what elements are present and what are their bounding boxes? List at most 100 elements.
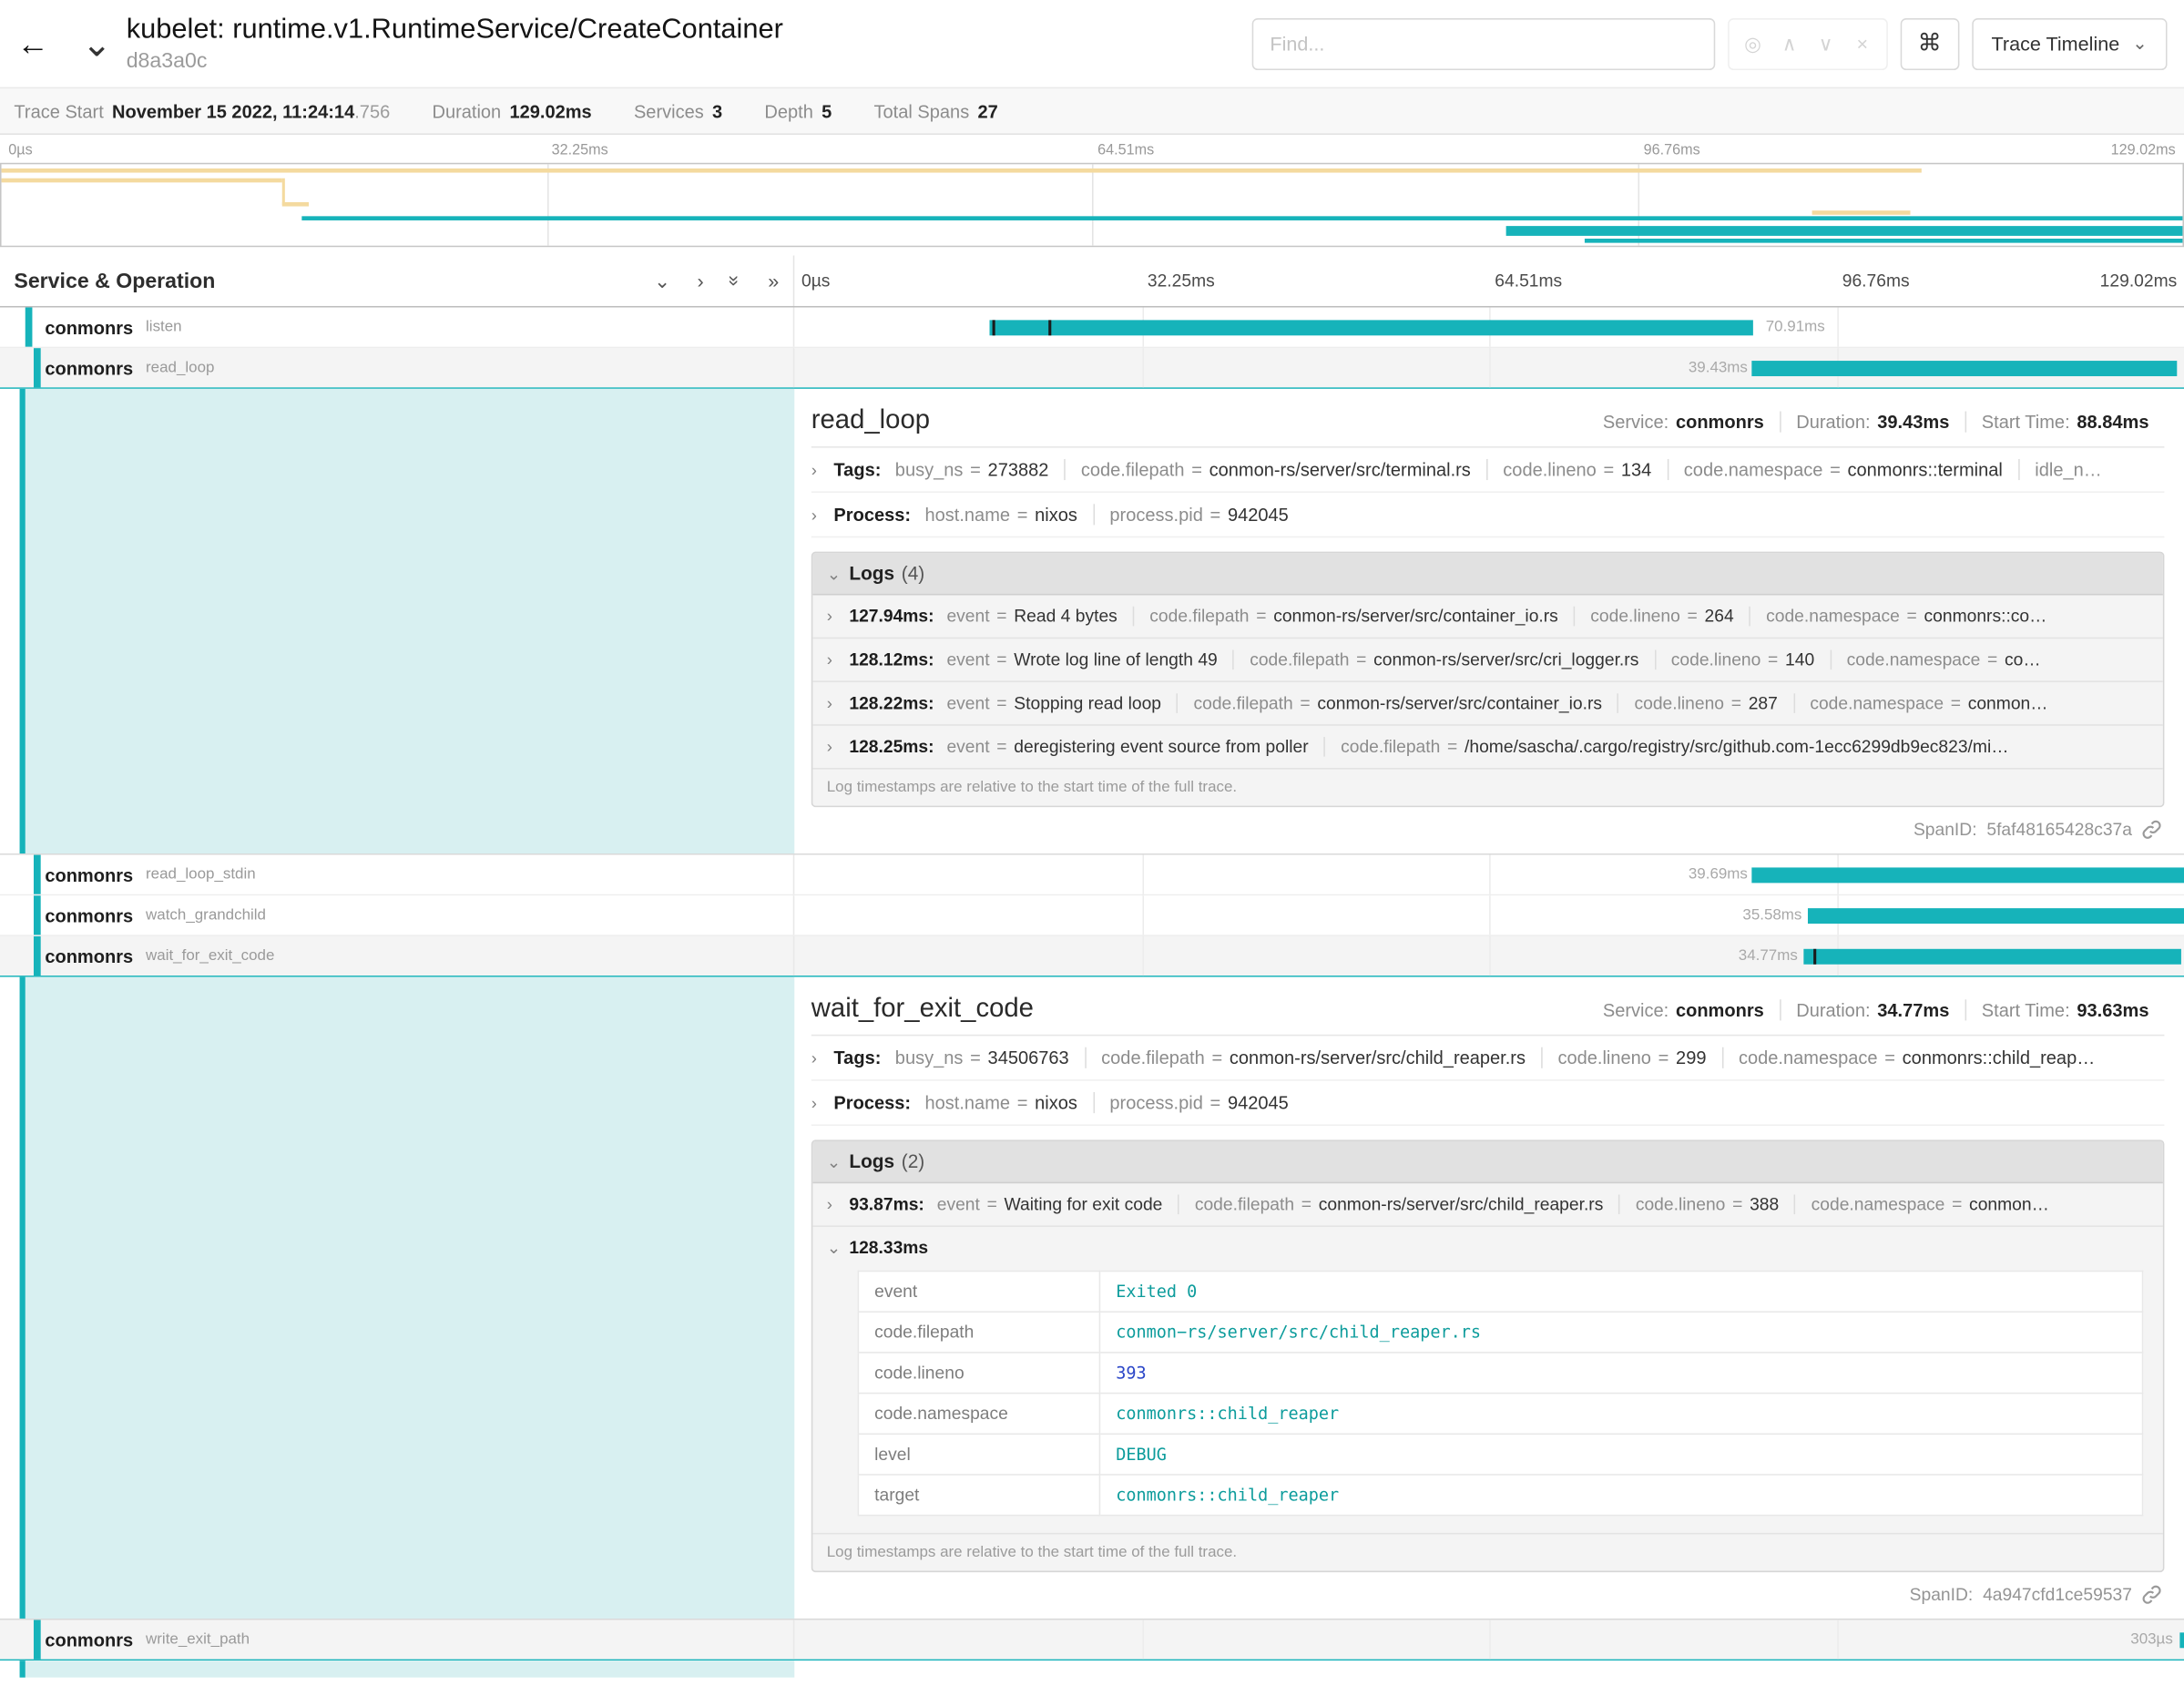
copy-link-icon[interactable] xyxy=(2142,1585,2162,1605)
span-name-cell[interactable]: conmonrs watch_grandchild xyxy=(0,895,794,935)
span-name-cell[interactable]: conmonrs read_loop xyxy=(0,348,794,387)
gridline xyxy=(1489,895,1491,935)
span-timeline-cell[interactable]: 39.43ms xyxy=(794,348,2184,387)
log-entry[interactable]: › 128.25ms: event=deregistering event so… xyxy=(812,726,2163,770)
page-title: kubelet: runtime.v1.RuntimeService/Creat… xyxy=(127,14,783,46)
tick-label: 32.25ms xyxy=(1148,271,1215,291)
tick-label: 0µs xyxy=(8,142,32,158)
span-row-write-exit-path[interactable]: conmonrs write_exit_path 303µs xyxy=(0,1620,2184,1660)
log-fields-table: eventExited 0 code.filepathconmon−rs/ser… xyxy=(858,1271,2144,1517)
tag-item: code.namespace=conmonrs::terminal xyxy=(1667,459,2018,480)
span-duration-bar[interactable] xyxy=(2179,1632,2184,1648)
tags-row[interactable]: › Tags: busy_ns=34506763 code.filepath=c… xyxy=(811,1036,2165,1080)
trace-collapse-toggle[interactable]: ⌄ xyxy=(76,29,117,57)
span-timeline-cell[interactable]: 34.77ms xyxy=(794,936,2184,976)
log-timestamp: 93.87ms: xyxy=(849,1195,924,1215)
span-row-read-loop-stdin[interactable]: conmonrs read_loop_stdin 39.69ms xyxy=(0,855,2184,896)
tick-label: 96.76ms xyxy=(1842,271,1910,291)
logs-header[interactable]: ⌄ Logs (2) xyxy=(812,1141,2163,1183)
span-detail-header[interactable]: read_loop Service:conmonrs Duration:39.4… xyxy=(811,405,2165,447)
expand-all-icon[interactable]: » xyxy=(768,270,779,292)
span-name-cell[interactable]: conmonrs listen xyxy=(0,308,794,347)
span-detail-footer: SpanID: 5faf48165428c37a xyxy=(811,807,2165,843)
span-detail-read-loop: read_loop Service:conmonrs Duration:39.4… xyxy=(0,389,2184,855)
trace-duration: Duration129.02ms xyxy=(432,100,591,121)
span-timeline-cell[interactable]: 35.58ms xyxy=(794,895,2184,935)
collapse-one-icon[interactable]: ⌄ xyxy=(654,269,670,292)
span-service-name: conmonrs xyxy=(45,945,133,966)
span-operation-name: read_loop_stdin xyxy=(146,866,256,883)
span-row-watch-grandchild[interactable]: conmonrs watch_grandchild 35.58ms xyxy=(0,895,2184,936)
log-field: code.namespace=conmonrs::co… xyxy=(1750,607,2063,627)
collapse-arrow-icon: ⌄ xyxy=(827,564,850,584)
keyboard-shortcuts-button[interactable]: ⌘ xyxy=(1900,17,1959,69)
gridline xyxy=(1489,348,1491,387)
span-name-cell[interactable]: conmonrs write_exit_path xyxy=(0,1620,794,1659)
clear-search-icon[interactable]: × xyxy=(1844,32,1881,55)
log-entry-expanded[interactable]: ⌄ 128.33ms eventExited 0 code.filepathco… xyxy=(812,1227,2163,1535)
log-entry[interactable]: › 93.87ms: event=Waiting for exit code c… xyxy=(812,1183,2163,1227)
minimap-span-line xyxy=(282,202,309,207)
span-duration-bar[interactable] xyxy=(1752,867,2184,883)
find-controls: ◎ ∧ ∨ × xyxy=(1728,17,1888,69)
span-duration-bar[interactable] xyxy=(1752,361,2178,376)
span-row-wait-for-exit-code[interactable]: conmonrs wait_for_exit_code 34.77ms xyxy=(0,936,2184,977)
span-duration-label: 70.91ms xyxy=(1766,320,1825,335)
trace-view-dropdown[interactable]: Trace Timeline ⌄ xyxy=(1972,17,2168,69)
log-field: code.filepath=conmon-rs/server/src/conta… xyxy=(1177,693,1618,713)
copy-link-icon[interactable] xyxy=(2142,820,2162,840)
collapse-controls: ⌄ › » » xyxy=(654,269,779,292)
span-row-listen[interactable]: conmonrs listen 70.91ms xyxy=(0,308,2184,349)
prev-match-icon[interactable]: ∧ xyxy=(1771,32,1808,56)
log-field-row: code.lineno393 xyxy=(858,1353,2142,1394)
log-field-row: code.filepathconmon−rs/server/src/child_… xyxy=(858,1312,2142,1353)
back-button[interactable]: ← xyxy=(16,25,64,63)
tick-label: 96.76ms xyxy=(1644,142,1700,158)
gridline xyxy=(1837,1620,1839,1659)
logs-header[interactable]: ⌄ Logs (4) xyxy=(812,553,2163,595)
span-detail-indent-block xyxy=(20,977,795,1619)
collapse-all-icon[interactable]: » xyxy=(725,275,748,286)
log-entry[interactable]: › 128.22ms: event=Stopping read loop cod… xyxy=(812,682,2163,726)
span-name-cell[interactable]: conmonrs wait_for_exit_code xyxy=(0,936,794,976)
locate-icon[interactable]: ◎ xyxy=(1735,32,1771,56)
span-timeline-cell[interactable]: 70.91ms xyxy=(794,308,2184,347)
log-field: code.filepath=conmon-rs/server/src/child… xyxy=(1178,1195,1618,1215)
span-duration-bar[interactable] xyxy=(1808,908,2184,924)
app-header: ← ⌄ kubelet: runtime.v1.RuntimeService/C… xyxy=(0,0,2184,87)
log-field: event=Waiting for exit code xyxy=(937,1195,1179,1215)
logs-count: (2) xyxy=(902,1151,924,1172)
log-field: event=Read 4 bytes xyxy=(946,607,1132,627)
expand-arrow-icon: › xyxy=(811,1047,834,1068)
log-field: event=Stopping read loop xyxy=(946,693,1177,713)
span-duration-label: 39.69ms xyxy=(1689,867,1748,883)
span-service-name: conmonrs xyxy=(45,1629,133,1650)
span-row-read-loop[interactable]: conmonrs read_loop 39.43ms xyxy=(0,348,2184,389)
log-field-row: eventExited 0 xyxy=(858,1271,2142,1312)
span-timeline-cell[interactable]: 39.69ms xyxy=(794,855,2184,894)
log-entry[interactable]: › 127.94ms: event=Read 4 bytes code.file… xyxy=(812,595,2163,639)
span-name-cell[interactable]: conmonrs read_loop_stdin xyxy=(0,855,794,894)
spanid-value: 5faf48165428c37a xyxy=(1986,820,2132,840)
span-duration-bar[interactable] xyxy=(989,320,1753,335)
log-field: event=Wrote log line of length 49 xyxy=(946,650,1232,670)
span-duration-bar[interactable] xyxy=(1803,949,2181,965)
span-timeline-cell[interactable]: 303µs xyxy=(794,1620,2184,1659)
expand-one-icon[interactable]: › xyxy=(698,270,704,292)
tags-row[interactable]: › Tags: busy_ns=273882 code.filepath=con… xyxy=(811,448,2165,493)
process-row[interactable]: › Process: host.name=nixos process.pid=9… xyxy=(811,1081,2165,1126)
next-match-icon[interactable]: ∨ xyxy=(1808,32,1844,56)
timeline-minimap[interactable] xyxy=(0,163,2184,247)
span-detail-wait-for-exit-code: wait_for_exit_code Service:conmonrs Dura… xyxy=(0,977,2184,1620)
span-detail-panel: read_loop Service:conmonrs Duration:39.4… xyxy=(794,389,2184,853)
process-row[interactable]: › Process: host.name=nixos process.pid=9… xyxy=(811,493,2165,537)
log-entry[interactable]: › 128.12ms: event=Wrote log line of leng… xyxy=(812,639,2163,682)
tick-label: 64.51ms xyxy=(1097,142,1154,158)
tag-item: code.lineno=134 xyxy=(1486,459,1667,480)
span-service-name: conmonrs xyxy=(45,904,133,925)
trace-id: d8a3a0c xyxy=(127,49,783,74)
find-input[interactable] xyxy=(1251,17,1715,69)
header-controls: ◎ ∧ ∨ × ⌘ Trace Timeline ⌄ xyxy=(1251,17,2167,69)
span-detail-header[interactable]: wait_for_exit_code Service:conmonrs Dura… xyxy=(811,994,2165,1036)
logs-accordion: ⌄ Logs (4) › 127.94ms: event=Read 4 byte… xyxy=(811,552,2165,807)
